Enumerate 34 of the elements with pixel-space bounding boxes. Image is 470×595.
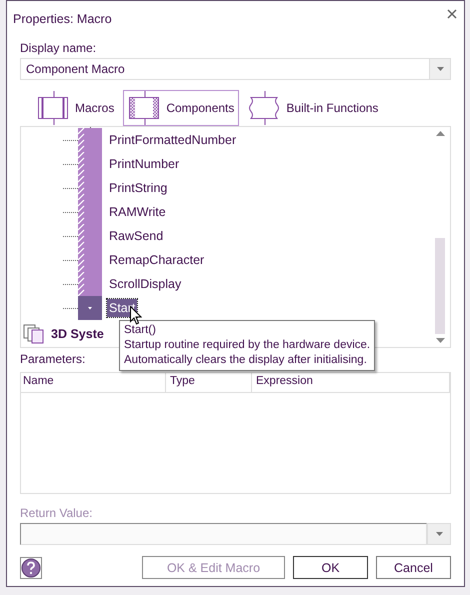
tab[interactable]: Built-in Functions [243,90,384,126]
tree-item[interactable]: PrintNumber [107,155,182,173]
dialog-button[interactable]: OK [293,556,368,579]
scroll-down-icon[interactable] [436,338,444,343]
tree-item[interactable]: PrintFormattedNumber [107,131,238,149]
tree-item[interactable]: RAMWrite [107,203,168,221]
column-header[interactable]: Type [168,373,252,392]
tooltip-title: Start() [124,323,157,338]
column-header[interactable]: Name [21,373,166,392]
tab[interactable]: Macros [32,90,120,126]
field-label: Return Value: [20,506,92,520]
display-name-combo[interactable]: Component Macro [20,58,451,80]
tree-group[interactable]: 3D Syste [51,327,104,341]
tree-item[interactable]: RemapCharacter [107,251,206,269]
dialog-button[interactable]: Cancel [376,556,451,579]
column-header[interactable]: Expression [254,373,450,392]
scroll-up-icon[interactable] [436,131,444,136]
caret-icon[interactable] [436,532,442,536]
return-value-combo[interactable] [20,523,451,545]
field-label: Parameters: [20,352,86,366]
window-title: Properties: Macro [13,12,112,26]
pages-icon [23,324,45,344]
scrollbar[interactable] [434,131,446,343]
tree-item[interactable]: ScrollDisplay [107,275,184,293]
macro-block-icon [37,91,71,125]
tree-item[interactable]: PrintString [107,179,170,197]
close-icon[interactable] [445,9,459,19]
help-icon[interactable] [20,556,42,578]
tab[interactable]: Components [123,90,240,126]
caret-icon[interactable] [436,67,444,71]
tree-item[interactable]: RawSend [107,227,166,245]
tooltip-text: Startup routine required by the hardware device. [124,338,370,353]
field-label: Display name: [20,41,96,55]
tooltip-text: Automatically clears the display after initialising. [124,353,368,368]
